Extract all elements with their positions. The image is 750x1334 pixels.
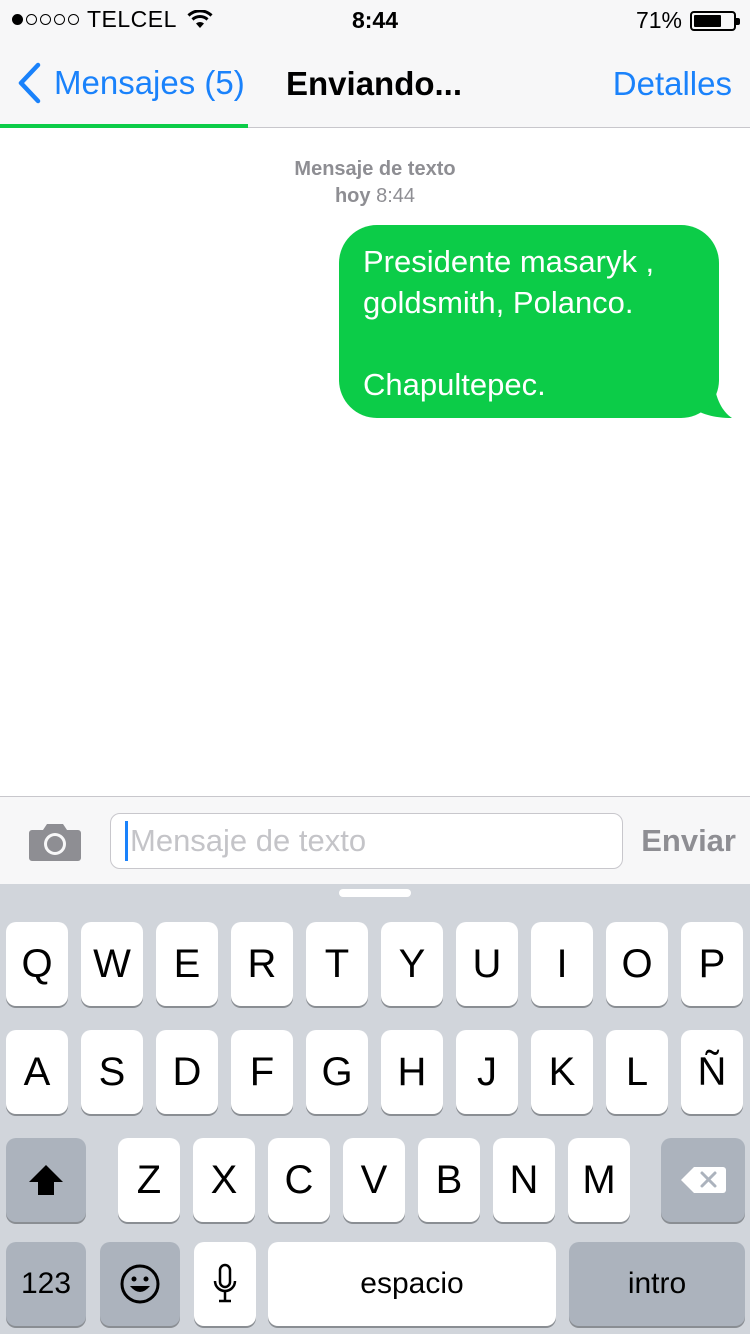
microphone-icon	[213, 1263, 237, 1303]
key-f[interactable]: F	[231, 1030, 293, 1114]
key-k[interactable]: K	[531, 1030, 593, 1114]
delete-key[interactable]	[661, 1138, 745, 1222]
key-j[interactable]: J	[456, 1030, 518, 1114]
send-button[interactable]: Enviar	[641, 823, 736, 859]
key-q[interactable]: Q	[6, 922, 68, 1006]
key-t[interactable]: T	[306, 922, 368, 1006]
back-button[interactable]: Mensajes (5)	[16, 62, 245, 104]
key-m[interactable]: M	[568, 1138, 630, 1222]
key-ñ[interactable]: Ñ	[681, 1030, 743, 1114]
key-w[interactable]: W	[81, 922, 143, 1006]
key-x[interactable]: X	[193, 1138, 255, 1222]
emoji-key[interactable]	[100, 1242, 180, 1326]
message-timestamp: Mensaje de texto hoy 8:44	[0, 156, 750, 210]
key-g[interactable]: G	[306, 1030, 368, 1114]
key-p[interactable]: P	[681, 922, 743, 1006]
microphone-key[interactable]	[194, 1242, 256, 1326]
details-button[interactable]: Detalles	[613, 65, 732, 103]
space-key[interactable]: espacio	[268, 1242, 556, 1326]
key-o[interactable]: O	[606, 922, 668, 1006]
shift-icon	[29, 1165, 63, 1195]
key-h[interactable]: H	[381, 1030, 443, 1114]
key-r[interactable]: R	[231, 922, 293, 1006]
send-progress-bar	[0, 124, 248, 128]
key-u[interactable]: U	[456, 922, 518, 1006]
status-bar: TELCEL 8:44 71%	[0, 0, 750, 40]
key-e[interactable]: E	[156, 922, 218, 1006]
key-z[interactable]: Z	[118, 1138, 180, 1222]
key-i[interactable]: I	[531, 922, 593, 1006]
message-bubble-outgoing[interactable]: Presidente masaryk , goldsmith, Polanco.…	[339, 225, 719, 418]
battery-percent: 71%	[635, 7, 682, 33]
key-a[interactable]: A	[6, 1030, 68, 1114]
composer-bar: Mensaje de texto Enviar	[0, 796, 750, 884]
key-n[interactable]: N	[493, 1138, 555, 1222]
key-d[interactable]: D	[156, 1030, 218, 1114]
battery-status: 71%	[635, 7, 740, 34]
return-key[interactable]: intro	[569, 1242, 745, 1326]
key-c[interactable]: C	[268, 1138, 330, 1222]
message-input-placeholder: Mensaje de texto	[130, 823, 367, 858]
navigation-bar: Mensajes (5) Enviando... Detalles	[0, 40, 750, 128]
key-y[interactable]: Y	[381, 922, 443, 1006]
battery-icon	[690, 10, 740, 31]
camera-icon[interactable]	[28, 821, 82, 861]
message-type-label: Mensaje de texto	[294, 158, 456, 180]
key-l[interactable]: L	[606, 1030, 668, 1114]
text-cursor	[125, 821, 128, 861]
keyboard-handle[interactable]	[339, 889, 411, 897]
emoji-icon	[120, 1264, 160, 1304]
back-button-label: Mensajes (5)	[54, 64, 245, 101]
key-s[interactable]: S	[81, 1030, 143, 1114]
key-v[interactable]: V	[343, 1138, 405, 1222]
chevron-left-icon	[18, 62, 41, 104]
shift-key[interactable]	[6, 1138, 86, 1222]
message-time: 8:44	[376, 185, 416, 207]
key-b[interactable]: B	[418, 1138, 480, 1222]
message-day: hoy	[334, 185, 371, 207]
message-input[interactable]: Mensaje de texto	[110, 813, 623, 869]
keyboard: 123 espacio intro QWERTYUIOP ASDFGHJKLÑ ZX…	[0, 884, 750, 1334]
delete-icon	[681, 1167, 726, 1193]
numbers-key[interactable]: 123	[6, 1242, 86, 1326]
page-title: Enviando...	[286, 65, 463, 102]
